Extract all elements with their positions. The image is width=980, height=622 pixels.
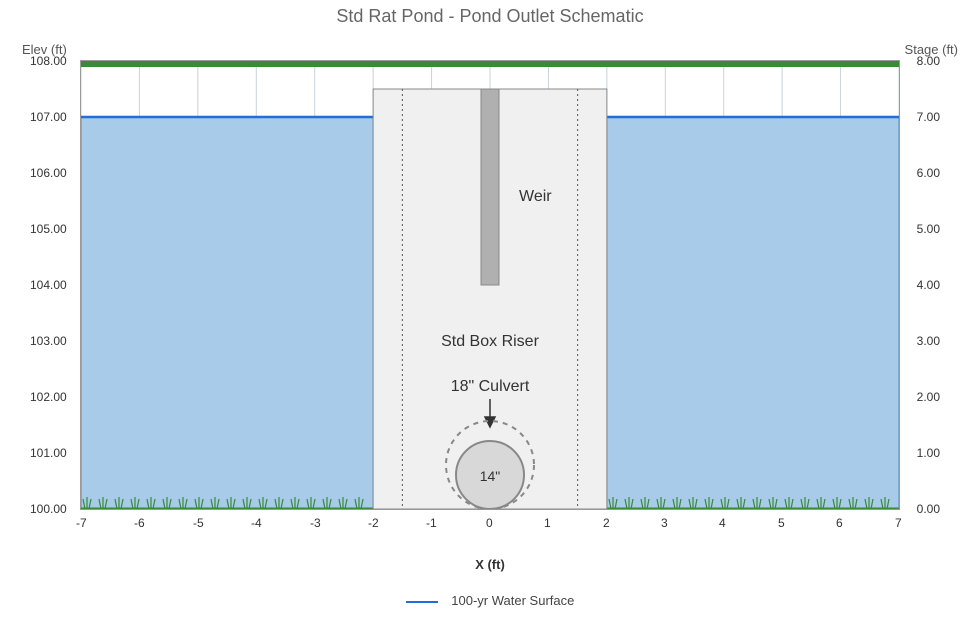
x-tick: -7 bbox=[76, 516, 87, 530]
y-right-tick: 2.00 bbox=[917, 390, 940, 404]
legend: 100-yr Water Surface bbox=[0, 593, 980, 608]
weir-label: Weir bbox=[519, 188, 552, 205]
culvert-label: 18" Culvert bbox=[451, 378, 530, 395]
y-right-tick: 5.00 bbox=[917, 222, 940, 236]
y-left-tick: 101.00 bbox=[30, 446, 67, 460]
y-left-tick: 102.00 bbox=[30, 390, 67, 404]
x-tick: -5 bbox=[193, 516, 204, 530]
embankment-top bbox=[81, 61, 899, 67]
y-right-tick: 0.00 bbox=[917, 502, 940, 516]
x-tick: 2 bbox=[603, 516, 610, 530]
x-axis-label: X (ft) bbox=[0, 557, 980, 572]
y-left-tick: 107.00 bbox=[30, 110, 67, 124]
x-tick: -1 bbox=[426, 516, 437, 530]
y-right-tick: 1.00 bbox=[917, 446, 940, 460]
x-tick: 4 bbox=[719, 516, 726, 530]
y-right-tick: 6.00 bbox=[917, 166, 940, 180]
schematic-svg: Weir Std Box Riser 18" Culvert 14" bbox=[81, 61, 899, 509]
x-tick: -4 bbox=[251, 516, 262, 530]
x-tick: 0 bbox=[486, 516, 493, 530]
riser-label: Std Box Riser bbox=[441, 333, 539, 350]
plot-area: Weir Std Box Riser 18" Culvert 14" bbox=[80, 60, 900, 510]
x-tick: 7 bbox=[895, 516, 902, 530]
y-right-tick: 3.00 bbox=[917, 334, 940, 348]
water-left bbox=[81, 117, 373, 509]
x-tick: -2 bbox=[368, 516, 379, 530]
x-tick: -3 bbox=[310, 516, 321, 530]
y-left-tick: 106.00 bbox=[30, 166, 67, 180]
x-tick: 5 bbox=[778, 516, 785, 530]
water-right bbox=[607, 117, 899, 509]
legend-label: 100-yr Water Surface bbox=[451, 593, 574, 608]
culvert-annotation: 14" bbox=[480, 468, 501, 484]
y-left-tick: 108.00 bbox=[30, 54, 67, 68]
x-tick: 3 bbox=[661, 516, 668, 530]
x-tick: 6 bbox=[836, 516, 843, 530]
y-left-tick: 103.00 bbox=[30, 334, 67, 348]
y-left-tick: 100.00 bbox=[30, 502, 67, 516]
y-left-tick: 104.00 bbox=[30, 278, 67, 292]
x-tick: 1 bbox=[544, 516, 551, 530]
weir-bar bbox=[481, 89, 499, 285]
y-left-tick: 105.00 bbox=[30, 222, 67, 236]
y-right-tick: 7.00 bbox=[917, 110, 940, 124]
y-right-tick: 4.00 bbox=[917, 278, 940, 292]
x-tick: -6 bbox=[134, 516, 145, 530]
y-right-tick: 8.00 bbox=[917, 54, 940, 68]
chart-title: Std Rat Pond - Pond Outlet Schematic bbox=[0, 6, 980, 27]
schematic-container: Std Rat Pond - Pond Outlet Schematic Ele… bbox=[0, 0, 980, 622]
legend-swatch-icon bbox=[406, 601, 438, 603]
